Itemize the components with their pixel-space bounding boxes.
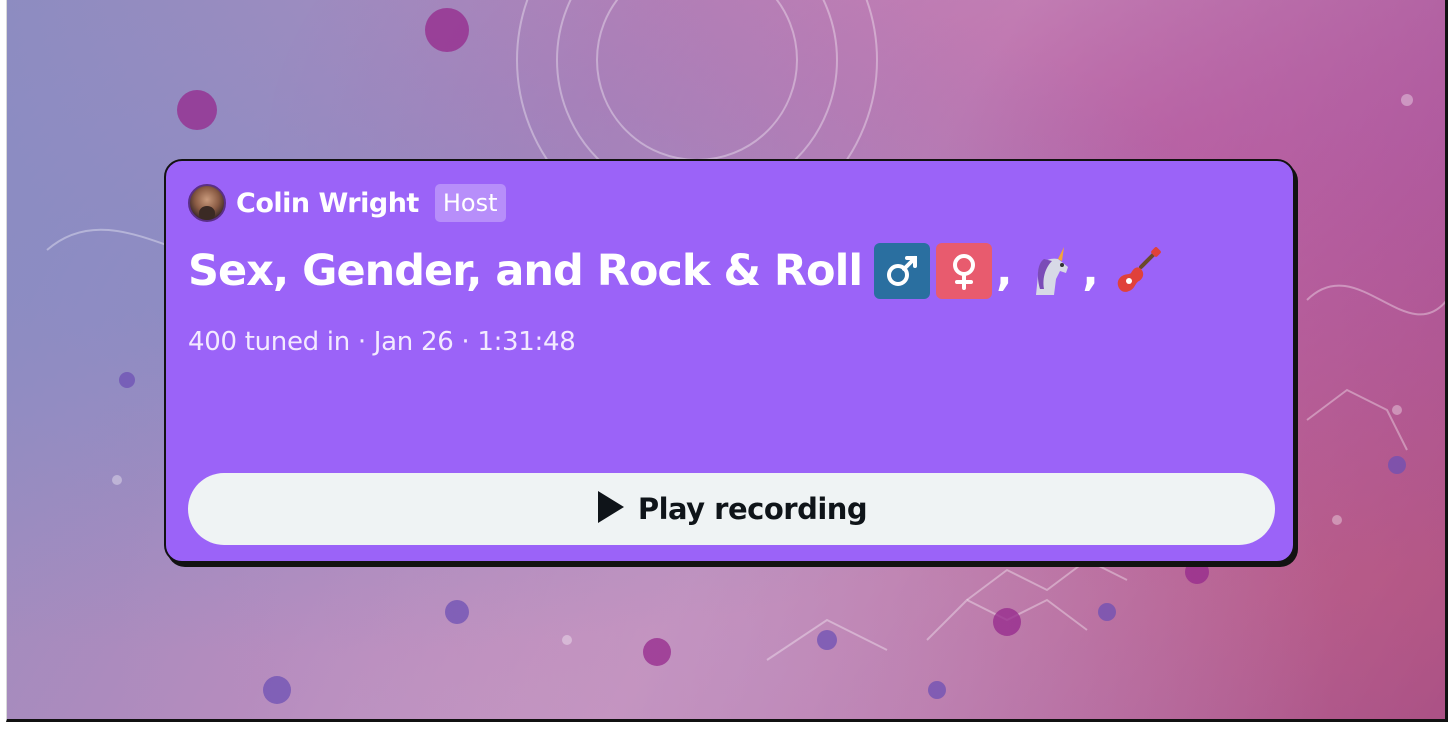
space-title: Sex, Gender, and Rock & Roll , , <box>188 243 1165 299</box>
play-icon <box>596 490 626 528</box>
title-separator: , <box>1082 246 1099 296</box>
host-avatar[interactable] <box>188 184 226 222</box>
host-row: Colin Wright Host <box>188 183 506 223</box>
title-separator: , <box>996 246 1013 296</box>
unicorn-icon <box>1022 243 1078 299</box>
space-recording-card[interactable]: Colin Wright Host Sex, Gender, and Rock … <box>164 159 1295 563</box>
space-meta: 400 tuned in · Jan 26 · 1:31:48 <box>188 327 576 357</box>
space-title-text: Sex, Gender, and Rock & Roll <box>188 246 863 296</box>
host-name[interactable]: Colin Wright <box>236 188 419 219</box>
guitar-icon <box>1109 243 1165 299</box>
space-background: Colin Wright Host Sex, Gender, and Rock … <box>6 0 1448 722</box>
play-recording-label: Play recording <box>637 492 868 526</box>
host-badge: Host <box>434 184 506 222</box>
play-recording-button[interactable]: Play recording <box>188 473 1275 545</box>
female-sign-icon <box>936 243 993 299</box>
male-sign-icon <box>874 243 931 299</box>
